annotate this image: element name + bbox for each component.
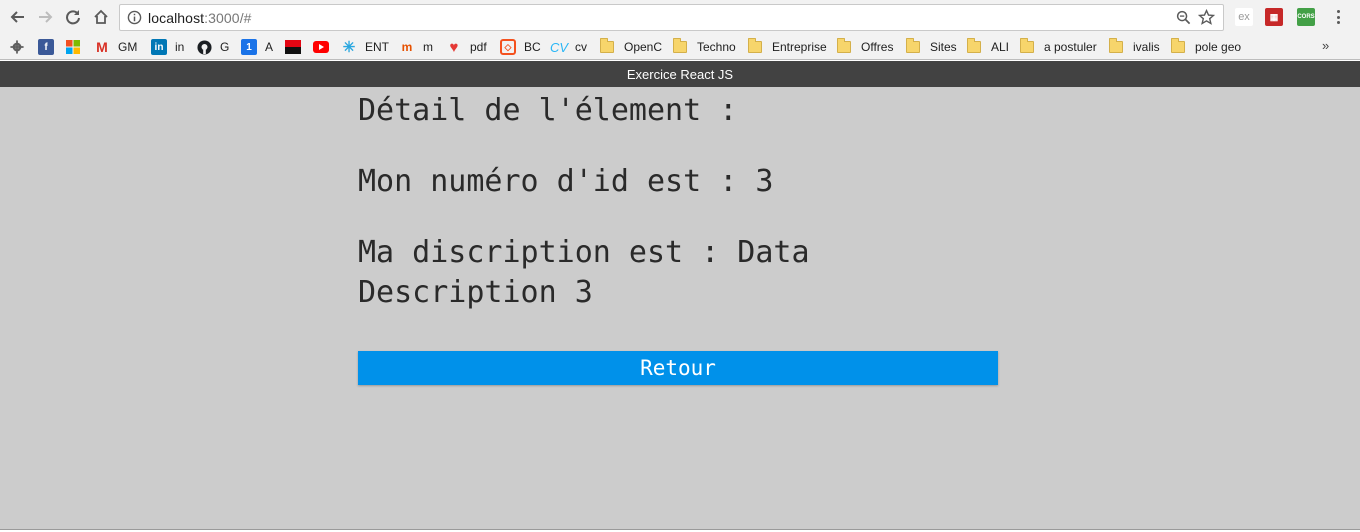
bookmark-label: BC: [524, 40, 541, 54]
browser-toolbar: localhost:3000/# ex ▦ CORS: [0, 0, 1360, 34]
bookmark-label: m: [423, 40, 433, 54]
url-host: localhost: [148, 10, 205, 26]
bookmark-folder-ali[interactable]: ALI: [967, 38, 1009, 56]
gear-icon: [9, 39, 25, 55]
bookmark-folder-sites[interactable]: Sites: [906, 38, 957, 56]
bookmark-cv[interactable]: CV cv: [549, 38, 587, 56]
detail-heading: Détail de l'élement :: [358, 93, 738, 128]
ent-icon: ✳: [342, 39, 356, 56]
red-extension-icon[interactable]: ▦: [1265, 8, 1283, 26]
info-icon[interactable]: [127, 10, 142, 30]
bookmark-label: Sites: [930, 40, 957, 54]
bookmark-github[interactable]: G: [196, 38, 229, 56]
browser-menu-icon[interactable]: [1333, 8, 1343, 26]
reload-button[interactable]: [61, 5, 85, 29]
app-header: Exercice React JS: [0, 61, 1360, 87]
url-text: localhost:3000/#: [148, 10, 252, 26]
bookmark-folder-techno[interactable]: Techno: [673, 38, 736, 56]
facebook-icon: f: [38, 39, 54, 55]
bookmark-star-icon[interactable]: [1197, 8, 1216, 31]
bookmark-label: pole geo: [1195, 40, 1242, 54]
bookmarks-overflow-button[interactable]: »: [1322, 38, 1329, 53]
bookmark-label: GM: [118, 40, 138, 54]
cube-icon: ◇: [500, 39, 516, 55]
reload-icon: [66, 10, 80, 25]
bookmark-facebook[interactable]: f: [38, 38, 62, 56]
folder-icon: [837, 38, 851, 53]
calendar-icon: 1: [241, 39, 257, 55]
bookmark-label: Offres: [861, 40, 894, 54]
address-bar[interactable]: localhost:3000/#: [119, 4, 1224, 31]
bookmark-folder-a-postuler[interactable]: a postuler: [1020, 38, 1097, 56]
bookmark-label: ivalis: [1133, 40, 1160, 54]
back-to-list-button[interactable]: Retour: [358, 351, 998, 385]
microsoft-icon: [65, 39, 81, 55]
bookmark-label: A: [265, 40, 274, 54]
bookmark-gm[interactable]: M GM: [94, 38, 137, 56]
heart-icon: ♥: [449, 38, 459, 56]
folder-icon: [906, 38, 920, 53]
folder-icon: [600, 38, 614, 53]
bookmark-label: Entreprise: [772, 40, 827, 54]
bookmark-label: ALI: [991, 40, 1010, 54]
bookmarks-bar: f M GM in in G 1A ✳ ENT mm ♥ pdf ◇ BC CV cv Op…: [0, 34, 1360, 60]
ex-extension-icon[interactable]: ex: [1235, 8, 1253, 26]
bookmark-ent[interactable]: ✳ ENT: [341, 38, 389, 56]
cors-extension-icon[interactable]: CORS: [1297, 8, 1315, 26]
home-button[interactable]: [89, 5, 113, 29]
arrow-right-icon: [39, 11, 53, 23]
bookmark-pdf[interactable]: ♥ pdf: [446, 38, 487, 56]
bookmark-folder-ivalis[interactable]: ivalis: [1109, 38, 1160, 56]
zoom-icon[interactable]: [1176, 10, 1191, 30]
gmail-icon: M: [96, 39, 108, 55]
arrow-left-icon: [10, 11, 24, 23]
linkedin-icon: in: [151, 39, 167, 55]
back-button[interactable]: [6, 5, 30, 29]
bookmark-m[interactable]: mm: [399, 38, 433, 56]
bookmark-folder-openc[interactable]: OpenC: [600, 38, 662, 56]
bookmark-linkedin[interactable]: in in: [151, 38, 184, 56]
bookmark-label: in: [175, 40, 185, 54]
folder-icon: [1020, 38, 1034, 53]
bookmark-label: a postuler: [1044, 40, 1097, 54]
youtube-icon: [313, 39, 329, 55]
m-icon: m: [401, 40, 413, 54]
url-path: :3000/#: [204, 10, 252, 26]
forward-button[interactable]: [33, 5, 57, 29]
folder-icon: [967, 38, 981, 53]
folder-icon: [673, 38, 687, 53]
home-icon: [94, 9, 108, 24]
bookmark-apps[interactable]: [9, 38, 33, 56]
folder-icon: [1109, 38, 1123, 53]
bookmark-label: cv: [575, 40, 587, 54]
cv-icon: CV: [549, 39, 569, 55]
bookmark-calendar[interactable]: 1A: [241, 38, 273, 56]
app-title: Exercice React JS: [626, 66, 734, 82]
bookmark-microsoft[interactable]: [65, 38, 89, 56]
bookmark-folder-offres[interactable]: Offres: [837, 38, 893, 56]
folder-icon: [748, 38, 762, 53]
bookmark-folder-entreprise[interactable]: Entreprise: [748, 38, 827, 56]
detail-page: Détail de l'élement : Mon numéro d'id es…: [0, 87, 1360, 530]
id-line: Mon numéro d'id est : 3: [358, 164, 774, 199]
bookmark-folder-pole-geo[interactable]: pole geo: [1171, 38, 1241, 56]
bookmark-label: ENT: [365, 40, 389, 54]
bookmark-label: pdf: [470, 40, 487, 54]
bank-icon: [285, 39, 301, 55]
bookmark-label: G: [220, 40, 230, 54]
bookmark-youtube[interactable]: [313, 38, 337, 56]
bookmark-bc[interactable]: ◇ BC: [500, 38, 541, 56]
bookmark-label: Techno: [697, 40, 736, 54]
bookmark-bank[interactable]: [285, 38, 309, 56]
bookmark-label: OpenC: [624, 40, 663, 54]
github-icon: [196, 39, 212, 55]
description-line: Ma discription est : Data Description 3: [358, 235, 810, 310]
folder-icon: [1171, 38, 1185, 53]
